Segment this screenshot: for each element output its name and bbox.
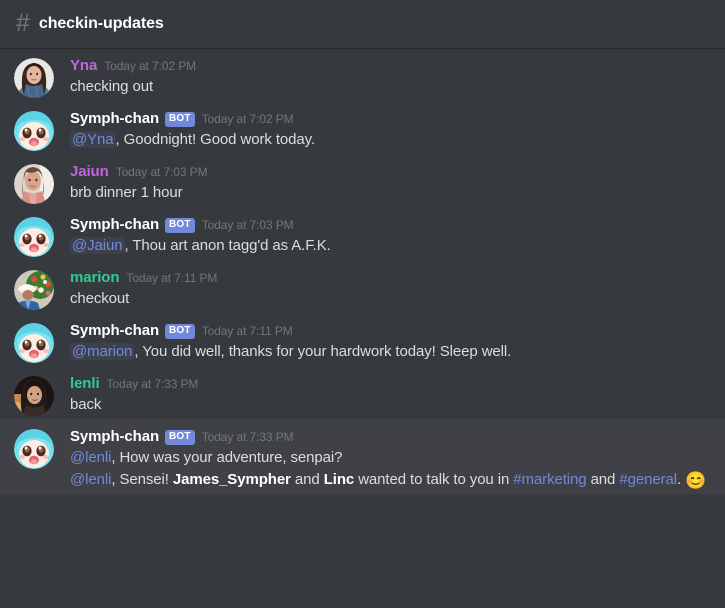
message-text: @lenli, Sensei! James_Sympher and Linc w… bbox=[70, 469, 709, 491]
message-header: Jaiun Today at 7:03 PM bbox=[70, 164, 709, 180]
message-text: @marion, You did well, thanks for your h… bbox=[70, 341, 709, 362]
bot-badge: BOT bbox=[165, 217, 195, 233]
message-text: @lenli, How was your adventure, senpai? bbox=[70, 447, 709, 468]
text-span: back bbox=[70, 396, 102, 413]
hash-icon: # bbox=[16, 8, 30, 37]
blush-smile-emoji: 😊 bbox=[685, 471, 707, 490]
user-mention[interactable]: @Jaiun bbox=[70, 237, 125, 254]
text-span: , Thou art anon tagg'd as A.F.K. bbox=[124, 237, 331, 254]
message-header: lenli Today at 7:33 PM bbox=[70, 376, 709, 392]
avatar-marion[interactable] bbox=[14, 270, 54, 310]
message-author[interactable]: lenli bbox=[70, 376, 100, 392]
text-span: brb dinner 1 hour bbox=[70, 184, 183, 201]
text-span: , Sensei! bbox=[111, 471, 173, 488]
avatar-lenli[interactable] bbox=[14, 376, 54, 416]
channel-header: # checkin-updates bbox=[0, 0, 725, 48]
message-row: marion Today at 7:11 PM checkout bbox=[0, 260, 725, 313]
message-timestamp: Today at 7:02 PM bbox=[104, 59, 197, 73]
bot-badge: BOT bbox=[165, 323, 195, 339]
user-mention[interactable]: @lenli bbox=[70, 449, 111, 466]
user-mention[interactable]: @lenli bbox=[70, 471, 111, 488]
avatar-symph-chan[interactable] bbox=[14, 111, 54, 151]
text-span: wanted to talk to you in bbox=[354, 471, 514, 488]
message-author[interactable]: Yna bbox=[70, 58, 97, 74]
message-body: lenli Today at 7:33 PM back bbox=[70, 375, 709, 416]
channel-link[interactable]: #marketing bbox=[513, 471, 586, 488]
message-header: Symph-chan BOT Today at 7:11 PM bbox=[70, 323, 709, 339]
message-author[interactable]: Symph-chan bbox=[70, 323, 159, 339]
message-text: @Jaiun, Thou art anon tagg'd as A.F.K. bbox=[70, 235, 709, 256]
message-body: Yna Today at 7:02 PM checking out bbox=[70, 57, 709, 98]
message-author[interactable]: Jaiun bbox=[70, 164, 109, 180]
message-row: Symph-chan BOT Today at 7:03 PM @Jaiun, Tho… bbox=[0, 207, 725, 260]
message-body: Symph-chan BOT Today at 7:03 PM @Jaiun, Tho… bbox=[70, 216, 709, 257]
message-timestamp: Today at 7:33 PM bbox=[106, 377, 199, 391]
avatar-symph-chan[interactable] bbox=[14, 217, 54, 257]
message-body: Jaiun Today at 7:03 PM brb dinner 1 hour bbox=[70, 163, 709, 204]
message-body: Symph-chan BOT Today at 7:33 PM @lenli, How… bbox=[70, 428, 709, 491]
message-header: Symph-chan BOT Today at 7:03 PM bbox=[70, 217, 709, 233]
text-span: checking out bbox=[70, 78, 154, 95]
user-mention[interactable]: @marion bbox=[70, 343, 135, 360]
message-body: Symph-chan BOT Today at 7:02 PM @Yna, Goodn… bbox=[70, 110, 709, 151]
page-title: checkin-updates bbox=[38, 15, 164, 32]
message-timestamp: Today at 7:11 PM bbox=[201, 324, 293, 338]
message-author[interactable]: Symph-chan bbox=[70, 429, 159, 445]
message-row: Symph-chan BOT Today at 7:02 PM @Yna, Goodn… bbox=[0, 101, 725, 154]
message-timestamp: Today at 7:03 PM bbox=[201, 218, 294, 232]
channel-link[interactable]: #general bbox=[619, 471, 677, 488]
message-row: Symph-chan BOT Today at 7:33 PM @lenli, How… bbox=[0, 419, 725, 494]
message-text: checkout bbox=[70, 288, 709, 309]
message-author[interactable]: marion bbox=[70, 270, 120, 286]
bold-text: James_Sympher bbox=[172, 471, 291, 488]
text-span: and bbox=[586, 471, 620, 488]
text-span: checkout bbox=[70, 290, 130, 307]
message-row: Yna Today at 7:02 PM checking out bbox=[0, 48, 725, 101]
bold-text: Linc bbox=[323, 471, 355, 488]
message-author[interactable]: Symph-chan bbox=[70, 217, 159, 233]
text-span: , How was your adventure, senpai? bbox=[111, 449, 343, 466]
avatar-symph-chan[interactable] bbox=[14, 323, 54, 363]
message-row: lenli Today at 7:33 PM back bbox=[0, 366, 725, 419]
message-timestamp: Today at 7:02 PM bbox=[201, 112, 294, 126]
text-span: . bbox=[676, 471, 686, 488]
message-text: @Yna, Goodnight! Good work today. bbox=[70, 129, 709, 150]
message-header: Symph-chan BOT Today at 7:33 PM bbox=[70, 429, 709, 445]
message-header: Yna Today at 7:02 PM bbox=[70, 58, 709, 74]
message-header: marion Today at 7:11 PM bbox=[70, 270, 709, 286]
message-text: brb dinner 1 hour bbox=[70, 182, 709, 203]
message-timestamp: Today at 7:11 PM bbox=[126, 271, 218, 285]
avatar-yna[interactable] bbox=[14, 58, 54, 98]
message-body: marion Today at 7:11 PM checkout bbox=[70, 269, 709, 310]
text-span: , Goodnight! Good work today. bbox=[115, 131, 316, 148]
user-mention[interactable]: @Yna bbox=[70, 131, 116, 148]
avatar-jaiun[interactable] bbox=[14, 164, 54, 204]
avatar-symph-chan[interactable] bbox=[14, 429, 54, 469]
message-text: checking out bbox=[70, 76, 709, 97]
message-timestamp: Today at 7:33 PM bbox=[201, 430, 294, 444]
message-body: Symph-chan BOT Today at 7:11 PM @marion, Yo… bbox=[70, 322, 709, 363]
bot-badge: BOT bbox=[165, 429, 195, 445]
message-header: Symph-chan BOT Today at 7:02 PM bbox=[70, 111, 709, 127]
message-row: Symph-chan BOT Today at 7:11 PM @marion, Yo… bbox=[0, 313, 725, 366]
message-text: back bbox=[70, 394, 709, 415]
message-row: Jaiun Today at 7:03 PM brb dinner 1 hour bbox=[0, 154, 725, 207]
text-span: and bbox=[290, 471, 324, 488]
bot-badge: BOT bbox=[165, 111, 195, 127]
text-span: , You did well, thanks for your hardwork… bbox=[134, 343, 512, 360]
message-list[interactable]: Yna Today at 7:02 PM checking out Symph-cha… bbox=[0, 48, 725, 608]
message-author[interactable]: Symph-chan bbox=[70, 111, 159, 127]
message-timestamp: Today at 7:03 PM bbox=[115, 165, 208, 179]
